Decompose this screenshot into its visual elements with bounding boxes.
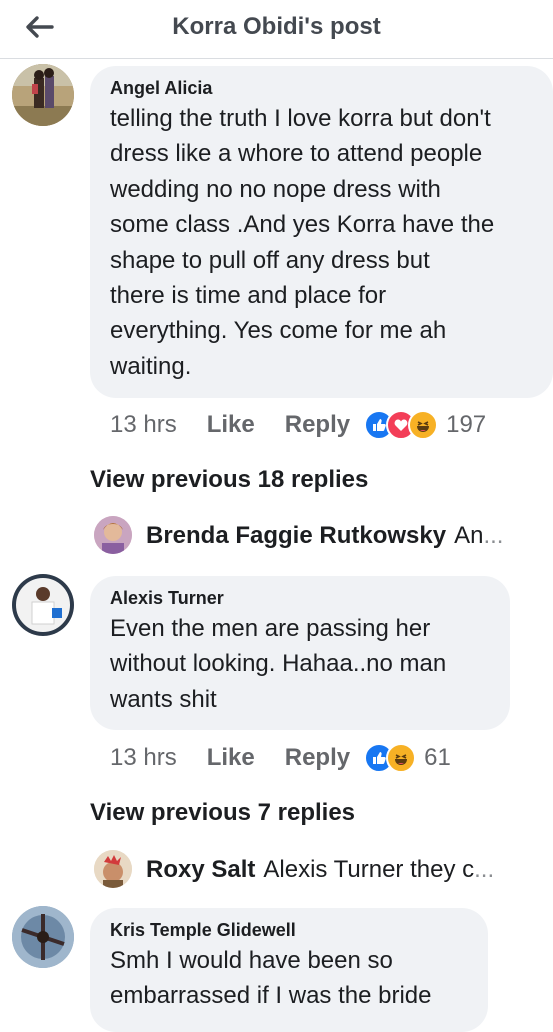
avatar[interactable] [12, 64, 74, 126]
comment-line: shape to pull off any dress but [110, 246, 430, 274]
comment-line: everything. Yes come for me ah [110, 317, 447, 345]
reply-author[interactable]: Roxy Salt [146, 856, 255, 884]
comment-line: wants shit [110, 685, 217, 713]
comment-actions: 13 hrs Like Reply 197 [110, 408, 486, 442]
comment-bubble[interactable]: Alexis Turner Even the men are passing h… [90, 576, 510, 730]
comment-bubble[interactable]: Angel Alicia telling the truth I love ko… [90, 66, 553, 398]
view-previous-replies[interactable]: View previous 7 replies [90, 799, 355, 827]
haha-reaction-icon [386, 743, 417, 773]
avatar[interactable] [12, 906, 74, 968]
reply-button[interactable]: Reply [285, 744, 350, 772]
top-bar: Korra Obidi's post [0, 0, 553, 59]
comment-line: Smh I would have been so [110, 947, 393, 974]
reply-text: An [454, 522, 484, 549]
comment-line: some class .And yes Korra have the [110, 211, 495, 239]
reply-text: Alexis Turner they c [263, 856, 475, 883]
reactions[interactable] [364, 743, 417, 773]
comment-line: telling the truth I love korra but don't [110, 105, 491, 132]
reply-button[interactable]: Reply [285, 411, 350, 439]
reply-ellipsis: ... [474, 856, 495, 883]
reaction-count[interactable]: 197 [446, 411, 486, 439]
latest-reply-preview[interactable]: Roxy Salt Alexis Turner they c ... [146, 850, 546, 890]
reply-ellipsis: ... [483, 522, 504, 549]
comment-text: telling the truth I love korra but don't… [110, 101, 533, 384]
reply-author[interactable]: Brenda Faggie Rutkowsky [146, 522, 446, 550]
avatar[interactable] [94, 850, 132, 888]
comment-line: without looking. Hahaa..no man [110, 650, 447, 678]
view-previous-replies[interactable]: View previous 18 replies [90, 466, 368, 494]
comment-bubble[interactable]: Kris Temple Glidewell Smh I would have b… [90, 908, 488, 1032]
comment-line: dress like a whore to attend people [110, 140, 483, 168]
comment-line: wedding no no nope dress with [110, 175, 441, 203]
comment-text: Even the men are passing her without loo… [110, 611, 490, 717]
reactions[interactable] [364, 410, 439, 440]
comment-line: embarrassed if I was the bride [110, 982, 432, 1010]
comment-text: Smh I would have been so embarrassed if … [110, 943, 468, 1014]
haha-reaction-icon [408, 410, 439, 440]
comment-author[interactable]: Angel Alicia [110, 78, 533, 99]
like-button[interactable]: Like [207, 411, 255, 439]
comment-line: waiting. [110, 352, 192, 380]
comment-line: Even the men are passing her [110, 615, 431, 642]
comment-timestamp[interactable]: 13 hrs [110, 411, 177, 439]
comment-line: there is time and place for [110, 282, 387, 310]
reaction-count[interactable]: 61 [424, 744, 451, 772]
page-title: Korra Obidi's post [172, 13, 381, 40]
comment-actions: 13 hrs Like Reply 61 [110, 741, 451, 775]
comment-author[interactable]: Kris Temple Glidewell [110, 920, 468, 941]
avatar[interactable] [94, 516, 132, 554]
comment-author[interactable]: Alexis Turner [110, 588, 490, 609]
latest-reply-preview[interactable]: Brenda Faggie Rutkowsky An ... [146, 516, 546, 556]
like-button[interactable]: Like [207, 744, 255, 772]
avatar[interactable] [12, 574, 74, 636]
comment-timestamp[interactable]: 13 hrs [110, 744, 177, 772]
